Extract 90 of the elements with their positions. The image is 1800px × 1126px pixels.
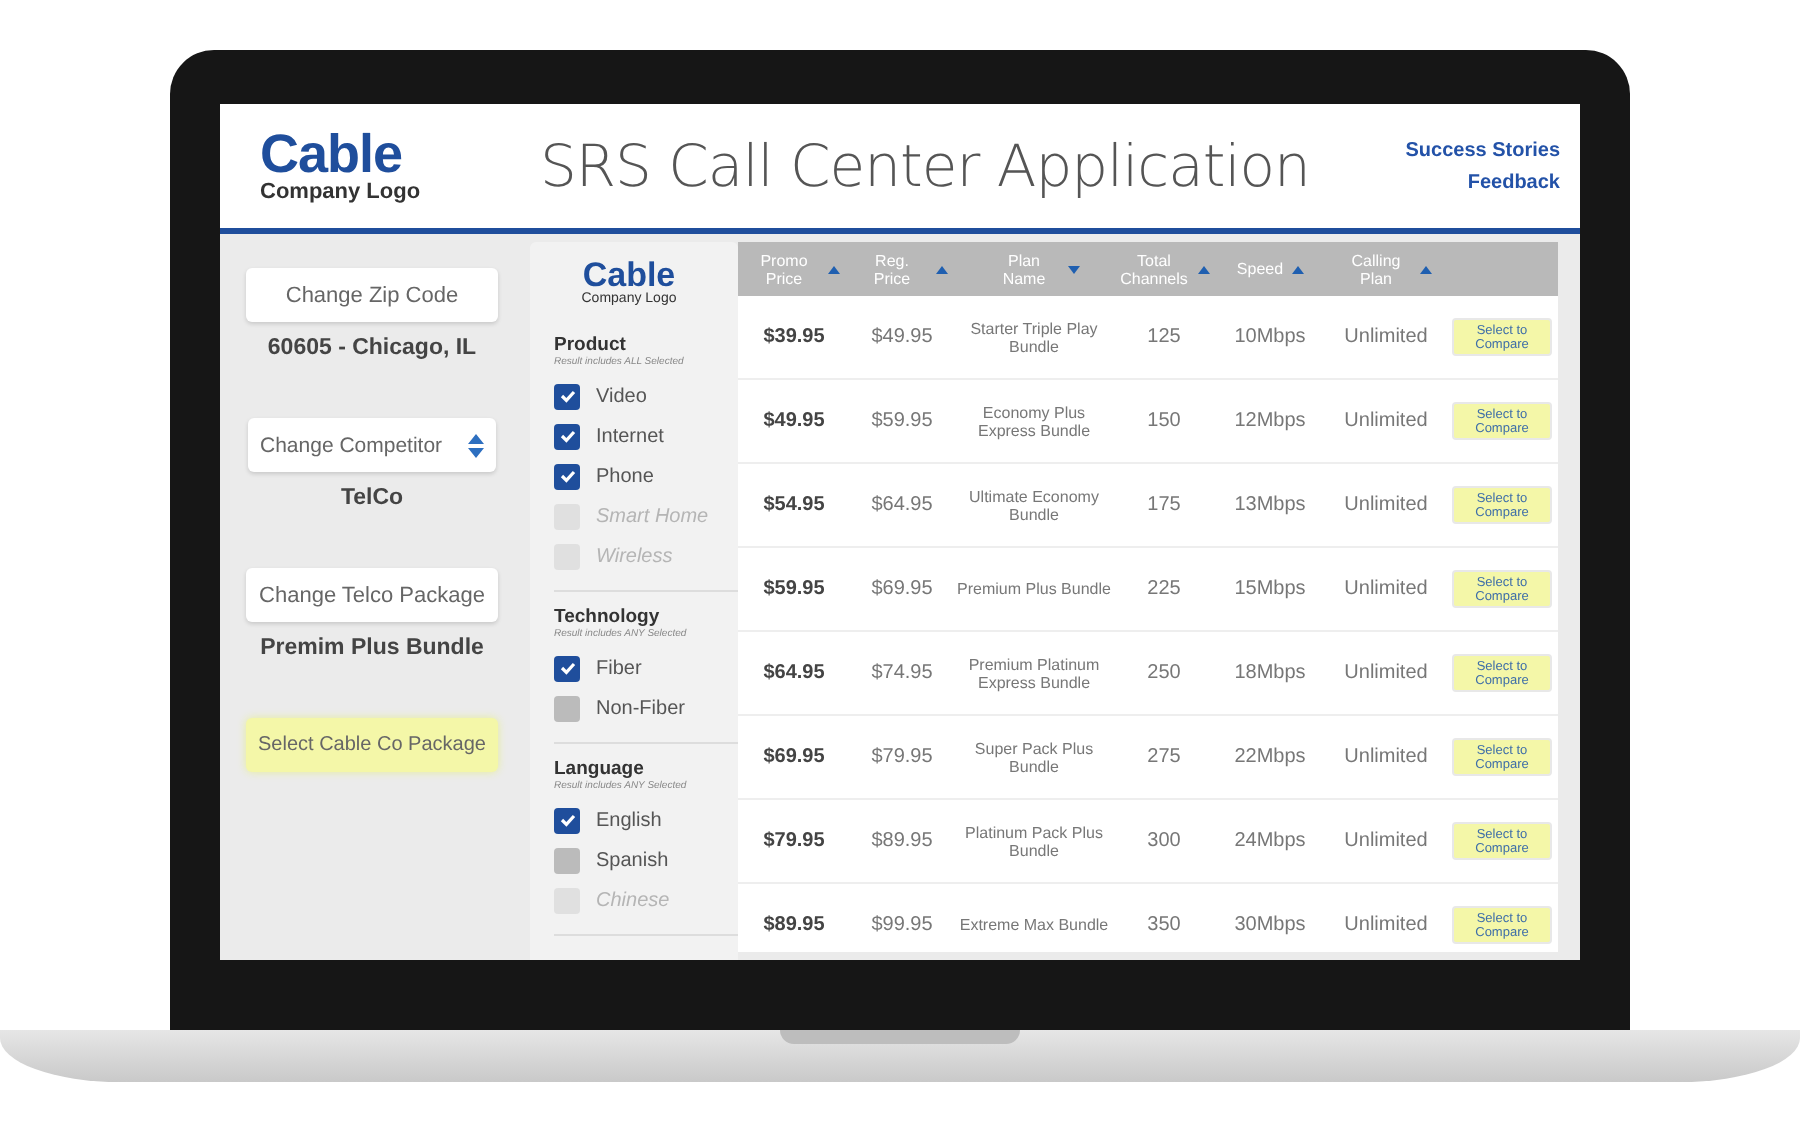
action-button[interactable]: Change Telco Package <box>246 568 498 622</box>
plan-name: Premium Plus Bundle <box>955 578 1113 602</box>
option-label: Internet <box>596 425 664 447</box>
checkbox[interactable] <box>554 807 580 833</box>
competitor-select[interactable]: Change Competitor <box>248 418 496 472</box>
option-label: Fiber <box>596 657 642 679</box>
speed-value: 15Mbps <box>1232 576 1308 604</box>
plan-name: Super Pack Plus Bundle <box>972 737 1096 779</box>
plan-name: Economy Plus Express Bundle <box>975 401 1093 444</box>
option-label: Video <box>596 385 647 407</box>
speed-value: 30Mbps <box>1232 912 1308 940</box>
column-label: Plan Name <box>1000 251 1048 287</box>
speed-value: 24Mbps <box>1232 828 1308 856</box>
option-label: English <box>596 809 662 831</box>
logo-wordmark: Cable <box>582 258 676 292</box>
selection-value: Premim Plus Bundle <box>260 636 484 660</box>
plan-name: Extreme Max Bundle <box>957 914 1111 938</box>
channel-count: 225 <box>1145 576 1183 604</box>
select-package-button[interactable]: Select Cable Co Package <box>246 718 498 772</box>
regular-price: $69.95 <box>869 576 935 604</box>
calling-plan: Unlimited <box>1342 324 1430 352</box>
column-label: Reg. Price <box>871 251 913 287</box>
speed-value: 13Mbps <box>1232 492 1308 520</box>
checkbox[interactable] <box>554 695 580 721</box>
channel-count: 125 <box>1145 324 1183 352</box>
regular-price: $99.95 <box>869 912 935 940</box>
checkbox[interactable] <box>554 463 580 489</box>
check-icon <box>557 810 577 830</box>
checkbox[interactable] <box>554 423 580 449</box>
promo-price: $69.95 <box>761 744 827 772</box>
promo-price: $89.95 <box>761 912 827 940</box>
column-label: Total Channels <box>1118 251 1190 287</box>
regular-price: $89.95 <box>869 828 935 856</box>
regular-price: $64.95 <box>869 492 935 520</box>
channel-count: 150 <box>1145 408 1183 436</box>
up-down-icon <box>468 433 484 457</box>
speed-value: 18Mbps <box>1232 660 1308 688</box>
channel-count: 350 <box>1145 912 1183 940</box>
logo-wordmark: Cable <box>260 128 403 180</box>
promo-price: $39.95 <box>761 324 827 352</box>
calling-plan: Unlimited <box>1342 744 1430 772</box>
filter-heading: Technology <box>554 606 660 628</box>
option-label: Phone <box>596 465 654 487</box>
selection-value: 60605 - Chicago, IL <box>267 336 477 360</box>
column-label: Speed <box>1236 260 1284 278</box>
calling-plan: Unlimited <box>1342 660 1430 688</box>
calling-plan: Unlimited <box>1342 828 1430 856</box>
calling-plan: Unlimited <box>1342 408 1430 436</box>
plan-name: Premium Platinum Express Bundle <box>966 653 1102 696</box>
regular-price: $49.95 <box>869 324 935 352</box>
checkbox[interactable] <box>554 655 580 681</box>
filter-heading: Language <box>554 758 646 780</box>
calling-plan: Unlimited <box>1342 492 1430 520</box>
option-label: Non-Fiber <box>596 697 685 719</box>
selection-value: TelCo <box>340 486 404 510</box>
checkbox[interactable] <box>554 383 580 409</box>
plan-name: Platinum Pack Plus Bundle <box>963 821 1105 863</box>
option-label: Wireless <box>596 545 673 567</box>
channel-count: 175 <box>1145 492 1183 520</box>
option-label: Chinese <box>596 889 670 911</box>
speed-value: 10Mbps <box>1232 324 1308 352</box>
column-label: Calling Plan <box>1349 251 1403 287</box>
channel-count: 275 <box>1145 744 1183 772</box>
promo-price: $49.95 <box>761 408 827 436</box>
promo-price: $64.95 <box>761 660 827 688</box>
logo-tagline: Company Logo <box>260 180 423 204</box>
calling-plan: Unlimited <box>1342 576 1430 604</box>
speed-value: 12Mbps <box>1232 408 1308 436</box>
regular-price: $59.95 <box>869 408 935 436</box>
header-link[interactable]: Success Stories <box>1405 139 1560 161</box>
header-link[interactable]: Feedback <box>1467 171 1560 193</box>
action-button[interactable]: Change Zip Code <box>246 268 498 322</box>
regular-price: $79.95 <box>869 744 935 772</box>
plan-name: Starter Triple Play Bundle <box>968 317 1100 359</box>
check-icon <box>557 658 577 678</box>
checkbox[interactable] <box>554 847 580 873</box>
speed-value: 22Mbps <box>1232 744 1308 772</box>
option-label: Spanish <box>596 849 669 871</box>
filter-heading: Product <box>554 334 628 356</box>
promo-price: $59.95 <box>761 576 827 604</box>
promo-price: $79.95 <box>761 828 827 856</box>
app-title: SRS Call Center Application <box>540 132 1312 200</box>
plan-name: Ultimate Economy Bundle <box>967 485 1101 527</box>
calling-plan: Unlimited <box>1342 912 1430 940</box>
promo-price: $54.95 <box>761 492 827 520</box>
column-label: Promo Price <box>758 251 810 287</box>
channel-count: 300 <box>1145 828 1183 856</box>
regular-price: $74.95 <box>869 660 935 688</box>
channel-count: 250 <box>1145 660 1183 688</box>
option-label: Smart Home <box>596 505 709 527</box>
